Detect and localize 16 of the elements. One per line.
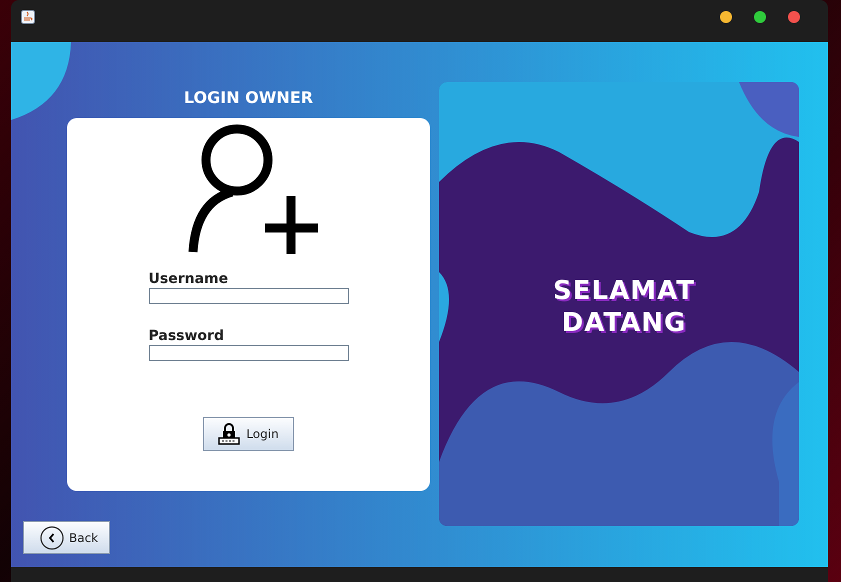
window-control-button[interactable]	[788, 11, 800, 23]
back-button[interactable]: Back	[23, 521, 110, 554]
user-plus-icon	[188, 124, 320, 254]
back-icon	[40, 526, 64, 550]
field-label: Password	[148, 328, 225, 345]
welcome-text: DATANG	[562, 307, 686, 339]
lock-icon	[218, 423, 240, 445]
field-label: Username	[148, 271, 230, 288]
window-control-button[interactable]	[720, 11, 732, 23]
login-title: LOGIN OWNER	[182, 88, 314, 109]
login-button[interactable]: Login	[203, 417, 294, 451]
app-icon	[21, 10, 35, 24]
window-control-button[interactable]	[754, 11, 766, 23]
welcome-text: SELAMAT	[553, 275, 695, 307]
username-field[interactable]	[148, 288, 348, 304]
password-field[interactable]	[148, 345, 348, 361]
